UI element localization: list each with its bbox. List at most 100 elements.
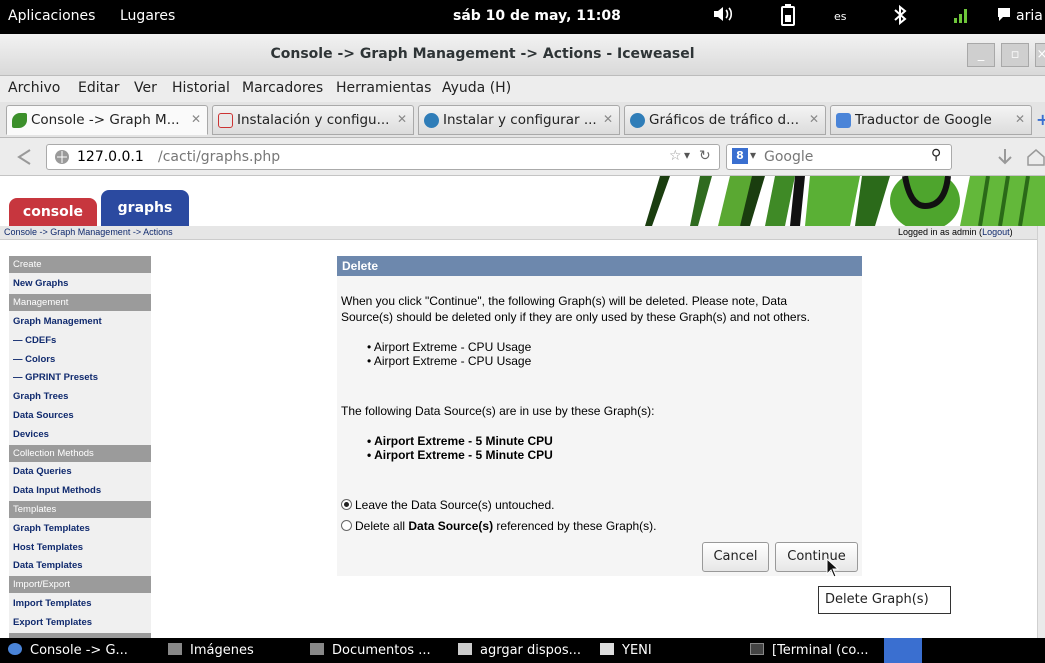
url-path: /cacti/graphs.php bbox=[158, 149, 281, 165]
chat-icon[interactable] bbox=[996, 6, 1012, 26]
taskbar-item-terminal[interactable]: [Terminal (co... bbox=[750, 643, 868, 658]
keyboard-layout[interactable]: es bbox=[834, 10, 847, 23]
cancel-button[interactable]: Cancel bbox=[702, 542, 769, 572]
menu-editar[interactable]: Editar bbox=[78, 80, 119, 96]
menu-marcadores[interactable]: Marcadores bbox=[242, 80, 323, 96]
maximize-button[interactable]: ▫ bbox=[1001, 43, 1029, 67]
google-engine-icon[interactable]: 8 bbox=[732, 148, 748, 164]
page-scrollbar[interactable] bbox=[1037, 226, 1045, 638]
sidebar-item-gprint-presets[interactable]: — GPRINT Presets bbox=[13, 372, 98, 383]
navigation-bar: 127.0.0.1 /cacti/graphs.php ☆ ▾ ↻ 8 ▾ Go… bbox=[0, 138, 1045, 176]
url-dropdown-icon[interactable]: ▾ bbox=[684, 148, 690, 162]
back-button[interactable] bbox=[12, 147, 36, 171]
sidebar-item-graph-templates[interactable]: Graph Templates bbox=[13, 523, 90, 534]
wordpress-icon bbox=[424, 113, 439, 128]
console-sidebar: Create New Graphs Management Graph Manag… bbox=[9, 256, 151, 639]
sidebar-item-new-graphs[interactable]: New Graphs bbox=[13, 278, 68, 289]
graph-list-item: • Airport Extreme - CPU Usage bbox=[367, 340, 532, 354]
close-tab-icon[interactable]: ✕ bbox=[603, 112, 613, 126]
sidebar-item-devices[interactable]: Devices bbox=[13, 429, 49, 440]
sidebar-item-data-input-methods[interactable]: Data Input Methods bbox=[13, 485, 101, 496]
tab-graficos[interactable]: Gráficos de tráfico d... ✕ bbox=[624, 105, 826, 135]
logout-link[interactable]: Logout bbox=[982, 227, 1010, 237]
taskbar-item-agrgar[interactable]: agrgar dispos... bbox=[458, 643, 581, 658]
sidebar-item-cdefs[interactable]: — CDEFs bbox=[13, 335, 56, 346]
cacti-icon bbox=[12, 113, 27, 128]
close-window-button[interactable]: × bbox=[1035, 43, 1045, 67]
menu-herramientas[interactable]: Herramientas bbox=[336, 80, 431, 96]
sidebar-item-graph-management[interactable]: Graph Management bbox=[13, 316, 102, 327]
tab-console[interactable]: console bbox=[9, 198, 97, 226]
downloads-icon[interactable] bbox=[996, 147, 1014, 173]
sidebar-item-import-templates[interactable]: Import Templates bbox=[13, 598, 91, 609]
url-bar[interactable]: 127.0.0.1 /cacti/graphs.php ☆ ▾ ↻ bbox=[46, 144, 720, 170]
battery-icon[interactable] bbox=[781, 4, 795, 30]
breadcrumb[interactable]: Console -> Graph Management -> Actions bbox=[4, 227, 173, 237]
search-input[interactable]: Google bbox=[764, 149, 813, 165]
engine-dropdown-icon[interactable]: ▾ bbox=[750, 148, 756, 162]
clock[interactable]: sáb 10 de may, 11:08 bbox=[453, 8, 621, 24]
tab-graphs[interactable]: graphs bbox=[101, 190, 189, 226]
url-host: 127.0.0.1 bbox=[77, 149, 144, 165]
sidebar-item-data-sources[interactable]: Data Sources bbox=[13, 410, 74, 421]
option-leave-row[interactable]: Leave the Data Source(s) untouched. bbox=[341, 498, 554, 512]
sidebar-item-data-templates[interactable]: Data Templates bbox=[13, 560, 83, 571]
sidebar-item-data-queries[interactable]: Data Queries bbox=[13, 466, 72, 477]
taskbar-item-yeni[interactable]: YENI bbox=[600, 643, 652, 658]
taskbar-item-imagenes[interactable]: Imágenes bbox=[168, 643, 254, 658]
delete-radio[interactable] bbox=[341, 520, 352, 531]
tab-instalacion[interactable]: Instalación y configu... ✕ bbox=[212, 105, 414, 135]
menu-ayuda[interactable]: Ayuda (H) bbox=[442, 80, 511, 96]
volume-icon[interactable] bbox=[712, 4, 734, 28]
close-tab-icon[interactable]: ✕ bbox=[809, 112, 819, 126]
workspace-switcher[interactable] bbox=[884, 638, 922, 663]
sidebar-item-export-templates[interactable]: Export Templates bbox=[13, 617, 92, 628]
site-identity-icon[interactable] bbox=[54, 149, 70, 169]
tab-instalar[interactable]: Instalar y configurar ... ✕ bbox=[418, 105, 620, 135]
cactus-banner-graphic bbox=[645, 176, 1045, 226]
tab-traductor[interactable]: Traductor de Google ✕ bbox=[830, 105, 1032, 135]
option-delete-row[interactable]: Delete all Data Source(s) referenced by … bbox=[341, 519, 657, 533]
menu-ver[interactable]: Ver bbox=[134, 80, 157, 96]
applications-menu[interactable]: Aplicaciones bbox=[8, 8, 95, 24]
signal-icon[interactable] bbox=[953, 6, 969, 28]
menu-archivo[interactable]: Archivo bbox=[8, 80, 60, 96]
reload-icon[interactable]: ↻ bbox=[699, 148, 711, 164]
iceweasel-icon bbox=[8, 643, 22, 655]
close-tab-icon[interactable]: ✕ bbox=[191, 112, 201, 126]
continue-tooltip: Delete Graph(s) bbox=[818, 586, 951, 614]
system-top-bar: Aplicaciones Lugares sáb 10 de may, 11:0… bbox=[0, 0, 1045, 34]
leave-radio[interactable] bbox=[341, 499, 352, 510]
datasource-list-item: • Airport Extreme - 5 Minute CPU bbox=[367, 448, 553, 462]
sidebar-header-management: Management bbox=[9, 294, 151, 311]
search-icon[interactable]: ⚲ bbox=[931, 147, 941, 163]
bluetooth-icon[interactable] bbox=[893, 4, 907, 30]
bookmark-star-icon[interactable]: ☆ bbox=[669, 148, 682, 164]
new-tab-button[interactable]: + bbox=[1036, 110, 1045, 129]
places-menu[interactable]: Lugares bbox=[120, 8, 175, 24]
folder-icon bbox=[168, 643, 182, 655]
dialog-intro-line2: Source(s) should be deleted only if they… bbox=[341, 310, 810, 324]
mouse-cursor-icon bbox=[826, 558, 840, 578]
window-icon bbox=[600, 643, 614, 655]
search-bar[interactable]: 8 ▾ Google ⚲ bbox=[726, 144, 952, 170]
minimize-button[interactable]: _ bbox=[967, 43, 995, 67]
taskbar-item-console[interactable]: Console -> G... bbox=[8, 643, 128, 658]
close-tab-icon[interactable]: ✕ bbox=[1015, 112, 1025, 126]
taskbar-item-documentos[interactable]: Documentos ... bbox=[310, 643, 431, 658]
graph-list-item: • Airport Extreme - CPU Usage bbox=[367, 354, 532, 368]
continue-button[interactable]: Continue bbox=[775, 542, 858, 572]
close-tab-icon[interactable]: ✕ bbox=[397, 112, 407, 126]
datasource-intro: The following Data Source(s) are in use … bbox=[341, 404, 655, 418]
sidebar-item-graph-trees[interactable]: Graph Trees bbox=[13, 391, 68, 402]
dialog-intro-line1: When you click "Continue", the following… bbox=[341, 294, 788, 308]
sidebar-item-host-templates[interactable]: Host Templates bbox=[13, 542, 83, 553]
user-menu[interactable]: aria bbox=[1016, 8, 1043, 24]
menu-historial[interactable]: Historial bbox=[172, 80, 230, 96]
sidebar-item-colors[interactable]: — Colors bbox=[13, 354, 55, 365]
folder-icon bbox=[310, 643, 324, 655]
tab-cacti-console[interactable]: Console -> Graph M... ✕ bbox=[6, 105, 208, 135]
text-editor-icon bbox=[458, 643, 472, 655]
dialog-title: Delete bbox=[337, 256, 862, 276]
home-icon[interactable] bbox=[1026, 147, 1045, 171]
